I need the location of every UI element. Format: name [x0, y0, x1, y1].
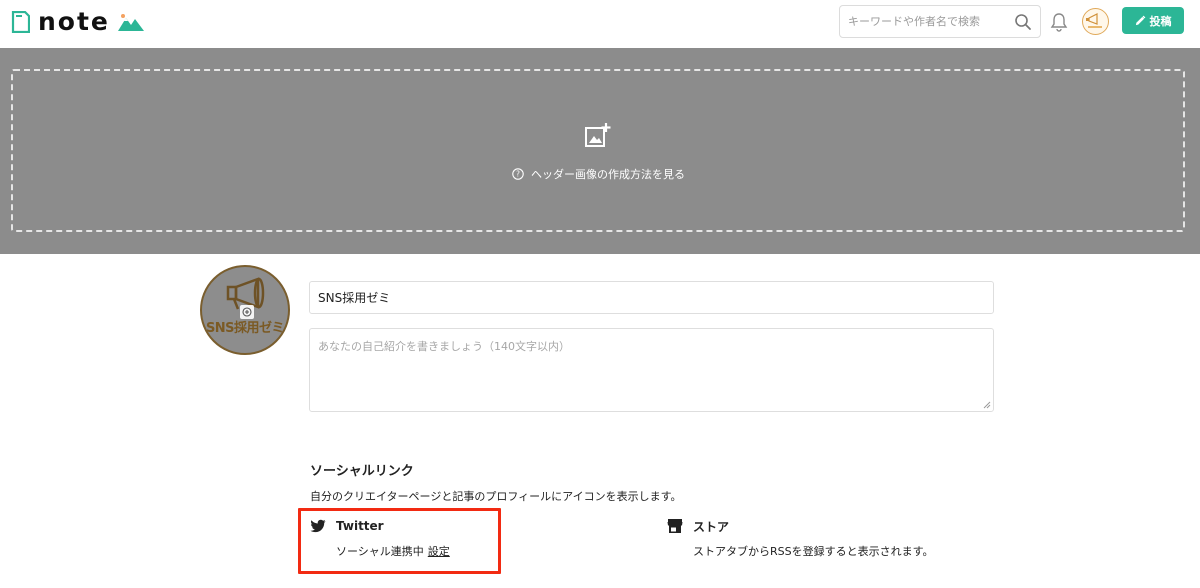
post-button-label: 投稿	[1149, 15, 1172, 28]
search-input[interactable]	[848, 6, 1013, 37]
cover-help-link[interactable]: ? ヘッダー画像の作成方法を見る	[512, 166, 685, 182]
search-box[interactable]	[839, 5, 1041, 38]
svg-text:?: ?	[516, 170, 520, 179]
social-links-title: ソーシャルリンク	[310, 464, 414, 479]
store-label: ストア	[693, 519, 730, 534]
pencil-icon	[1135, 15, 1145, 26]
note-logo[interactable]: note	[10, 9, 144, 35]
store-description: ストアタブからRSSを登録すると表示されます。	[693, 545, 934, 558]
cover-upload-dropzone[interactable]	[11, 69, 1185, 232]
resize-grip-icon[interactable]	[983, 401, 991, 409]
store-icon	[667, 519, 683, 533]
creator-name-field[interactable]	[309, 281, 994, 314]
post-button[interactable]: 投稿	[1122, 7, 1184, 34]
search-icon[interactable]	[1014, 13, 1032, 31]
user-avatar[interactable]	[1082, 8, 1109, 35]
bell-icon[interactable]	[1050, 12, 1068, 32]
add-image-icon[interactable]	[585, 122, 611, 148]
highlight-annotation-box	[298, 508, 501, 574]
profile-avatar[interactable]: SNS採用ゼミ	[200, 265, 290, 355]
store-link-card: ストア ストアタブからRSSを登録すると表示されます。	[667, 517, 967, 567]
social-links-description: 自分のクリエイターページと記事のプロフィールにアイコンを表示します。	[310, 490, 682, 503]
question-circle-icon: ?	[512, 168, 524, 180]
avatar-text: SNS採用ゼミ	[205, 321, 285, 336]
mountain-icon	[117, 14, 144, 31]
top-header: note 投稿	[0, 0, 1200, 48]
bio-textarea[interactable]	[309, 328, 994, 412]
cover-image-area: ? ヘッダー画像の作成方法を見る	[0, 48, 1200, 254]
megaphone-icon	[1086, 13, 1102, 28]
cover-help-text: ヘッダー画像の作成方法を見る	[531, 168, 685, 181]
logo-text: note	[38, 7, 110, 36]
note-logo-icon	[11, 11, 30, 33]
